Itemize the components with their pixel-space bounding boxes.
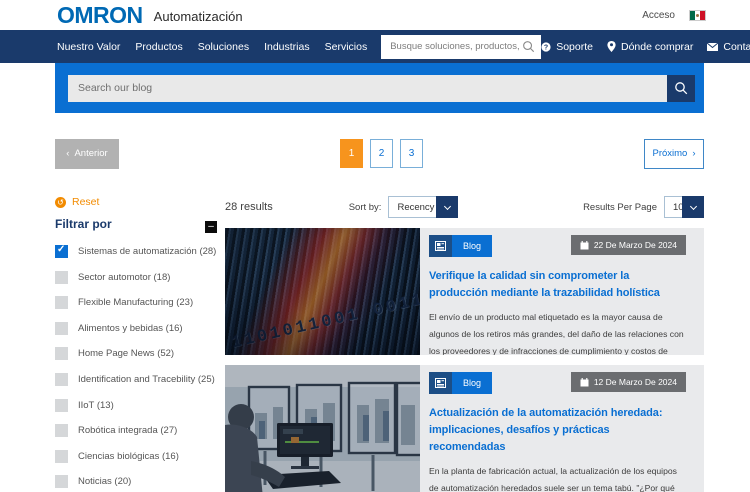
- page: OMRON Automatización Acceso Nuestro Valo…: [0, 0, 750, 492]
- per-page-dropdown[interactable]: 10: [664, 196, 704, 218]
- page-number-list: 1 2 3: [119, 139, 644, 168]
- top-header: OMRON Automatización Acceso: [0, 0, 750, 30]
- chevron-down-icon[interactable]: [682, 196, 704, 218]
- calendar-icon: [580, 240, 589, 250]
- blog-search-button[interactable]: [667, 74, 695, 102]
- previous-page-button[interactable]: ‹ Anterior: [55, 138, 119, 169]
- nav-item-nuestro-valor[interactable]: Nuestro Valor: [57, 41, 120, 53]
- nav-links: Nuestro Valor Productos Soluciones Indus…: [57, 41, 367, 53]
- checkbox-icon[interactable]: [55, 244, 68, 258]
- date-badge: 22 De Marzo De 2024: [570, 235, 686, 255]
- checkbox-icon[interactable]: [55, 449, 68, 463]
- nav-item-soluciones[interactable]: Soluciones: [198, 41, 249, 53]
- nav-item-industrias[interactable]: Industrias: [264, 41, 310, 53]
- checkbox-icon[interactable]: [55, 270, 68, 284]
- checkbox-icon[interactable]: [55, 475, 68, 489]
- location-pin-icon: [607, 41, 616, 52]
- badge-row: Blog 12 De Marzo De 2024: [429, 372, 686, 394]
- badge-row: Blog 22 De Marzo De 2024: [429, 235, 686, 257]
- sort-group: Sort by: Recency: [349, 196, 459, 218]
- envelope-icon: [707, 42, 719, 51]
- results-toolbar: 28 results Sort by: Recency Results Per …: [225, 196, 704, 218]
- chevron-right-icon: ›: [692, 148, 696, 159]
- blog-post-excerpt: El envío de un producto mal etiquetado e…: [429, 312, 684, 355]
- site-subtitle: Automatización: [153, 9, 243, 24]
- contact-link[interactable]: Contacto: [707, 41, 750, 53]
- page-button-3[interactable]: 3: [400, 139, 423, 168]
- blog-category-badge[interactable]: Blog: [429, 235, 493, 257]
- filter-option-sistemas-de-automatizacion[interactable]: Sistemas de automatización (28): [55, 244, 225, 258]
- blog-post-title[interactable]: Verifique la calidad sin comprometer la …: [429, 268, 686, 302]
- blog-search-input[interactable]: [68, 74, 667, 102]
- search-icon[interactable]: [522, 40, 535, 53]
- calendar-icon: [580, 377, 589, 387]
- blog-post-title[interactable]: Actualización de la automatización hered…: [429, 405, 686, 456]
- where-to-buy-link[interactable]: Dónde comprar: [607, 41, 693, 53]
- search-icon: [674, 81, 688, 95]
- newspaper-icon: [429, 235, 452, 257]
- filter-list: Sistemas de automatización (28) Sector a…: [55, 244, 225, 489]
- nav-item-productos[interactable]: Productos: [135, 41, 182, 53]
- blog-post-excerpt: En la planta de fabricación actual, la a…: [429, 466, 677, 492]
- filter-option-home-page-news[interactable]: Home Page News (52): [55, 347, 225, 361]
- mexico-flag-icon[interactable]: [689, 9, 706, 21]
- collapse-filters-button[interactable]: –: [205, 221, 217, 233]
- filter-option-noticias[interactable]: Noticias (20): [55, 475, 225, 489]
- chevron-down-icon[interactable]: [436, 196, 459, 218]
- per-page-group: Results Per Page 10: [583, 196, 704, 218]
- reset-filters-link[interactable]: ↺ Reset: [55, 196, 225, 208]
- omron-logo[interactable]: OMRON: [57, 3, 143, 27]
- main-nav: Nuestro Valor Productos Soluciones Indus…: [0, 30, 750, 63]
- global-search-input[interactable]: [390, 41, 523, 52]
- card-body: Blog 22 De Marzo De 2024 Verifique la ca…: [420, 228, 704, 355]
- result-cards: 1101011001 0011 Blog: [225, 228, 704, 492]
- nav-utilities: ? Soporte Dónde comprar Contacto: [541, 41, 750, 53]
- nav-item-servicios[interactable]: Servicios: [325, 41, 368, 53]
- blog-card: Blog 12 De Marzo De 2024 Actualización d…: [225, 365, 704, 492]
- chevron-left-icon: ‹: [66, 148, 70, 159]
- results-count: 28 results: [225, 201, 273, 213]
- blog-category-badge[interactable]: Blog: [429, 372, 493, 394]
- checkbox-icon[interactable]: [55, 372, 68, 386]
- card-body: Blog 12 De Marzo De 2024 Actualización d…: [420, 365, 704, 492]
- checkbox-icon[interactable]: [55, 398, 68, 412]
- factory-workstation-photo[interactable]: [225, 365, 420, 492]
- results-per-page-label: Results Per Page: [583, 201, 657, 213]
- support-icon: ?: [541, 41, 551, 52]
- login-link[interactable]: Acceso: [642, 10, 675, 21]
- newspaper-icon: [429, 372, 452, 394]
- checkbox-icon[interactable]: [55, 347, 68, 361]
- sort-dropdown[interactable]: Recency: [388, 196, 459, 218]
- results-column: 28 results Sort by: Recency Results Per …: [225, 196, 704, 492]
- page-button-2[interactable]: 2: [370, 139, 393, 168]
- filter-sidebar: ↺ Reset Filtrar por Sistemas de automati…: [55, 196, 225, 492]
- blog-card: 1101011001 0011 Blog: [225, 228, 704, 355]
- global-search-box: [381, 34, 542, 59]
- filter-option-sector-automotor[interactable]: Sector automotor (18): [55, 270, 225, 284]
- header-right: Acceso: [642, 9, 706, 21]
- filter-option-flexible-manufacturing[interactable]: Flexible Manufacturing (23): [55, 296, 225, 310]
- filter-option-ciencias-biologicas[interactable]: Ciencias biológicas (16): [55, 449, 225, 463]
- next-page-button[interactable]: Próximo ›: [644, 138, 704, 169]
- sort-by-label: Sort by:: [348, 201, 382, 213]
- filter-option-alimentos-y-bebidas[interactable]: Alimentos y bebidas (16): [55, 321, 225, 335]
- pagination: ‹ Anterior 1 2 3 Próximo ›: [55, 138, 704, 169]
- reset-icon: ↺: [55, 196, 66, 208]
- content-area: – ↺ Reset Filtrar por Sistemas de automa…: [55, 196, 704, 492]
- date-badge: 12 De Marzo De 2024: [570, 372, 686, 392]
- blog-search-band: [55, 63, 704, 113]
- checkbox-icon[interactable]: [55, 296, 68, 310]
- barcode-binary-photo[interactable]: 1101011001 0011: [225, 228, 420, 355]
- svg-text:?: ?: [544, 44, 548, 51]
- filter-option-iiot[interactable]: IIoT (13): [55, 398, 225, 412]
- support-link[interactable]: ? Soporte: [541, 41, 593, 53]
- checkbox-icon[interactable]: [55, 321, 68, 335]
- checkbox-icon[interactable]: [55, 424, 68, 438]
- filter-option-robotica-integrada[interactable]: Robótica integrada (27): [55, 424, 225, 438]
- filter-title: Filtrar por: [55, 217, 112, 231]
- page-button-1[interactable]: 1: [340, 139, 363, 168]
- filter-option-identification-and-tracebility[interactable]: Identification and Tracebility (25): [55, 372, 225, 386]
